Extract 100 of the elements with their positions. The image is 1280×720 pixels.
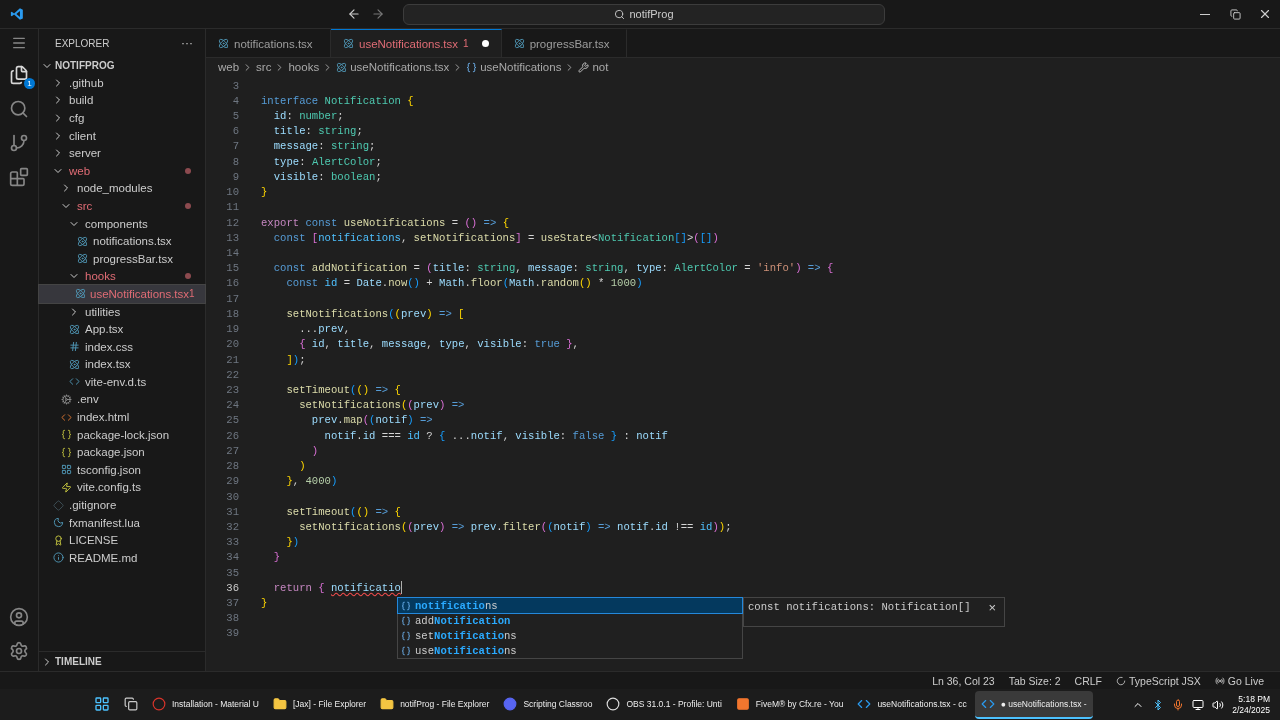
tree-item[interactable]: tsconfig.json (39, 461, 205, 479)
code-line: } (272, 551, 281, 564)
braces-icon (60, 446, 72, 458)
taskbar-app[interactable]: FiveM® by Cfx.re - You (729, 690, 850, 719)
suggestion-item[interactable]: useNotifications (398, 643, 742, 658)
line-number: 17 (225, 292, 239, 305)
tree-item[interactable]: useNotifications.tsx1 (39, 285, 205, 303)
extensions-icon[interactable] (9, 167, 29, 187)
status-item[interactable]: CRLF (1074, 674, 1103, 687)
code-line: ]); (285, 353, 306, 366)
taskbar-app[interactable]: Scripting Classroo (497, 690, 599, 719)
code-line: notif.id === id ? { ...notif, visible: false } : notif (323, 429, 668, 442)
breadcrumb[interactable]: hooks (288, 61, 320, 73)
code-line: type: AlertColor; (272, 155, 382, 168)
breadcrumb[interactable]: useNotifications.tsx (336, 61, 450, 73)
restore-icon (1229, 8, 1241, 20)
tree-item[interactable]: .github (39, 74, 205, 92)
taskbar-app[interactable]: useNotifications.tsx - cc (851, 690, 973, 719)
breadcrumb[interactable]: useNotifications (466, 61, 562, 73)
spinner-icon (1116, 675, 1127, 686)
notification-badge: 1 (24, 78, 35, 89)
suggestion-item[interactable]: setNotifications (398, 628, 742, 643)
code-line: message: string; (272, 140, 376, 153)
tree-item[interactable]: client (39, 126, 205, 145)
command-search-field[interactable]: notifProg (403, 3, 885, 25)
line-number: 26 (225, 429, 239, 442)
clock[interactable]: 5:18 PM 2/24/2025 (1232, 693, 1270, 716)
branch-icon[interactable] (9, 133, 29, 153)
modified-dot (185, 202, 191, 209)
type-signature: const notifications: Notification[] (748, 601, 971, 613)
folder-icon (272, 696, 287, 711)
windows-icon (94, 695, 110, 712)
tree-item[interactable]: fxmanifest.lua (39, 513, 205, 532)
tree-item[interactable]: .gitignore (39, 496, 205, 514)
tree-item[interactable]: cfg (39, 109, 205, 127)
taskbar-app[interactable]: OBS 31.0.1 - Profile: Unti (600, 690, 728, 719)
status-item[interactable]: Go Live (1214, 674, 1264, 687)
suggestion-item[interactable]: notifications (398, 598, 742, 613)
tree-item[interactable]: index.css (39, 337, 205, 356)
tree-item[interactable]: README.md (39, 549, 205, 567)
tree-item[interactable]: App.tsx (39, 320, 205, 338)
variable-icon (466, 61, 478, 73)
minimize-icon (1200, 13, 1210, 15)
breadcrumb[interactable]: not (578, 61, 609, 73)
tree-item[interactable]: build (39, 91, 205, 110)
explorer-icon[interactable] (9, 65, 29, 85)
status-item[interactable]: TypeScript JSX (1116, 674, 1201, 687)
tree-item[interactable]: server (39, 144, 205, 162)
close-button[interactable]: × (988, 601, 996, 614)
close-icon (1258, 7, 1272, 21)
line-number: 38 (225, 612, 239, 625)
microphone-icon[interactable] (1172, 698, 1185, 711)
account-icon[interactable] (9, 607, 29, 627)
tree-item[interactable]: web (39, 161, 205, 180)
react-file-icon (76, 253, 88, 265)
line-number: 25 (225, 414, 239, 427)
monitor-icon[interactable] (1192, 698, 1205, 711)
modified-dot (185, 167, 191, 174)
tree-item[interactable]: src (39, 197, 205, 215)
tree-item[interactable]: progressBar.tsx (39, 249, 205, 268)
line-number: 8 (231, 155, 239, 168)
tree-item[interactable]: notifications.tsx (39, 232, 205, 250)
tree-item[interactable]: index.html (39, 408, 205, 426)
menu-icon[interactable] (11, 35, 27, 51)
react-file-icon (343, 38, 354, 49)
braces-icon (60, 429, 72, 441)
taskbar-app[interactable]: ● useNotifications.tsx - (974, 690, 1093, 719)
editor-tab[interactable]: useNotifications.tsx 1 (331, 29, 502, 57)
tree-item[interactable]: utilities (39, 302, 205, 321)
code-line: } (261, 186, 268, 199)
taskbar-app[interactable]: notifProg - File Explorer (374, 690, 496, 719)
line-number: 15 (225, 262, 239, 275)
tree-item[interactable]: LICENSE (39, 531, 205, 550)
tree-item[interactable]: .env (39, 390, 205, 409)
project-section-header[interactable]: NOTIFPROG (39, 57, 205, 74)
editor-logo (10, 7, 24, 21)
status-item[interactable]: Tab Size: 2 (1008, 674, 1061, 687)
taskbar-app[interactable]: Installation - Material U (146, 690, 265, 719)
tree-item[interactable]: package-lock.json (39, 425, 205, 444)
folder-icon (380, 696, 395, 711)
settings-icon[interactable] (9, 641, 29, 661)
hash-icon (68, 341, 80, 353)
tree-item[interactable]: hooks (39, 267, 205, 286)
tree-item[interactable]: vite.config.ts (39, 478, 205, 497)
speaker-icon[interactable] (1212, 698, 1225, 711)
suggestion-item[interactable]: addNotification (398, 613, 742, 628)
tree-item[interactable]: package.json (39, 443, 205, 462)
more-button[interactable]: ··· (181, 36, 193, 50)
lightning-icon (60, 481, 72, 493)
breadcrumb[interactable]: web (218, 61, 240, 73)
breadcrumb[interactable]: src (256, 61, 272, 73)
tree-item[interactable]: components (39, 214, 205, 233)
taskbar-app[interactable]: [Jax] - File Explorer (266, 690, 373, 719)
search-icon[interactable] (9, 99, 29, 119)
status-item[interactable]: Ln 36, Col 23 (932, 674, 995, 687)
tree-item[interactable]: vite-env.d.ts (39, 373, 205, 391)
line-number: 23 (225, 384, 239, 396)
tree-item[interactable]: node_modules (39, 179, 205, 198)
tree-item[interactable]: index.tsx (39, 355, 205, 374)
modified-dot (185, 273, 191, 280)
